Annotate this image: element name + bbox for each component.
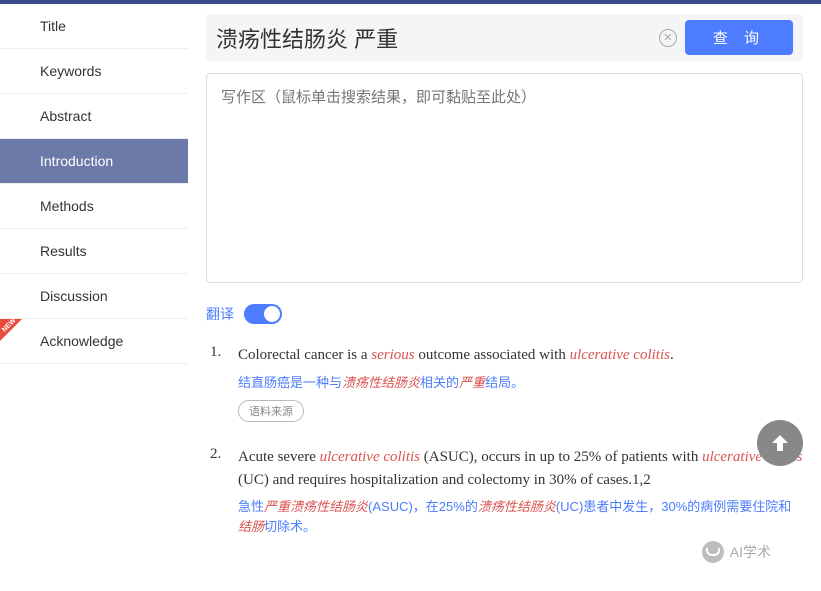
result-chinese: 急性严重溃疡性结肠炎(ASUC)，在25%的溃疡性结肠炎(UC)患者中发生，30… (238, 497, 803, 536)
result-chinese: 结直肠癌是一种与溃疡性结肠炎相关的严重结局。 (238, 373, 803, 393)
result-item[interactable]: 1. Colorectal cancer is a serious outcom… (210, 344, 803, 422)
sidebar-item-keywords[interactable]: Keywords (0, 49, 188, 94)
sidebar-item-discussion[interactable]: Discussion (0, 274, 188, 319)
result-english: Colorectal cancer is a serious outcome a… (238, 344, 803, 367)
search-input[interactable] (216, 21, 651, 55)
container: Title Keywords Abstract Introduction Met… (0, 4, 821, 591)
highlight: ulcerative colitis (320, 449, 420, 465)
highlight: 严重 (459, 375, 485, 390)
result-english: Acute severe ulcerative colitis (ASUC), … (238, 446, 803, 491)
highlight: 结肠 (238, 519, 264, 534)
result-body: Colorectal cancer is a serious outcome a… (238, 344, 803, 422)
sidebar-item-results[interactable]: Results (0, 229, 188, 274)
sidebar-item-abstract[interactable]: Abstract (0, 94, 188, 139)
sidebar: Title Keywords Abstract Introduction Met… (0, 4, 188, 591)
result-number: 1. (210, 344, 228, 422)
highlight: serious (371, 347, 414, 363)
highlight: ulcerative colitis (570, 347, 670, 363)
arrow-up-icon (768, 431, 792, 455)
highlight: 严重溃疡性结肠炎 (264, 499, 368, 514)
result-body: Acute severe ulcerative colitis (ASUC), … (238, 446, 803, 544)
translate-toggle[interactable] (244, 304, 282, 324)
result-item[interactable]: 2. Acute severe ulcerative colitis (ASUC… (210, 446, 803, 544)
search-row: ✕ 查 询 (206, 14, 803, 61)
scroll-top-button[interactable] (757, 420, 803, 466)
sidebar-item-acknowledge[interactable]: Acknowledge (0, 319, 188, 364)
translate-row: 翻译 (206, 304, 803, 324)
sidebar-item-methods[interactable]: Methods (0, 184, 188, 229)
translate-label: 翻译 (206, 304, 234, 324)
clear-icon[interactable]: ✕ (659, 29, 677, 47)
sidebar-item-title[interactable]: Title (0, 4, 188, 49)
writing-area[interactable] (206, 73, 803, 283)
result-number: 2. (210, 446, 228, 544)
highlight: 溃疡性结肠炎 (478, 499, 556, 514)
results-list: 1. Colorectal cancer is a serious outcom… (206, 344, 803, 544)
query-button[interactable]: 查 询 (685, 20, 793, 55)
source-button[interactable]: 语料来源 (238, 400, 304, 422)
highlight: 溃疡性结肠炎 (342, 375, 420, 390)
main-panel: ✕ 查 询 翻译 1. Colorectal cancer is a serio… (188, 4, 821, 591)
sidebar-item-introduction[interactable]: Introduction (0, 139, 188, 184)
